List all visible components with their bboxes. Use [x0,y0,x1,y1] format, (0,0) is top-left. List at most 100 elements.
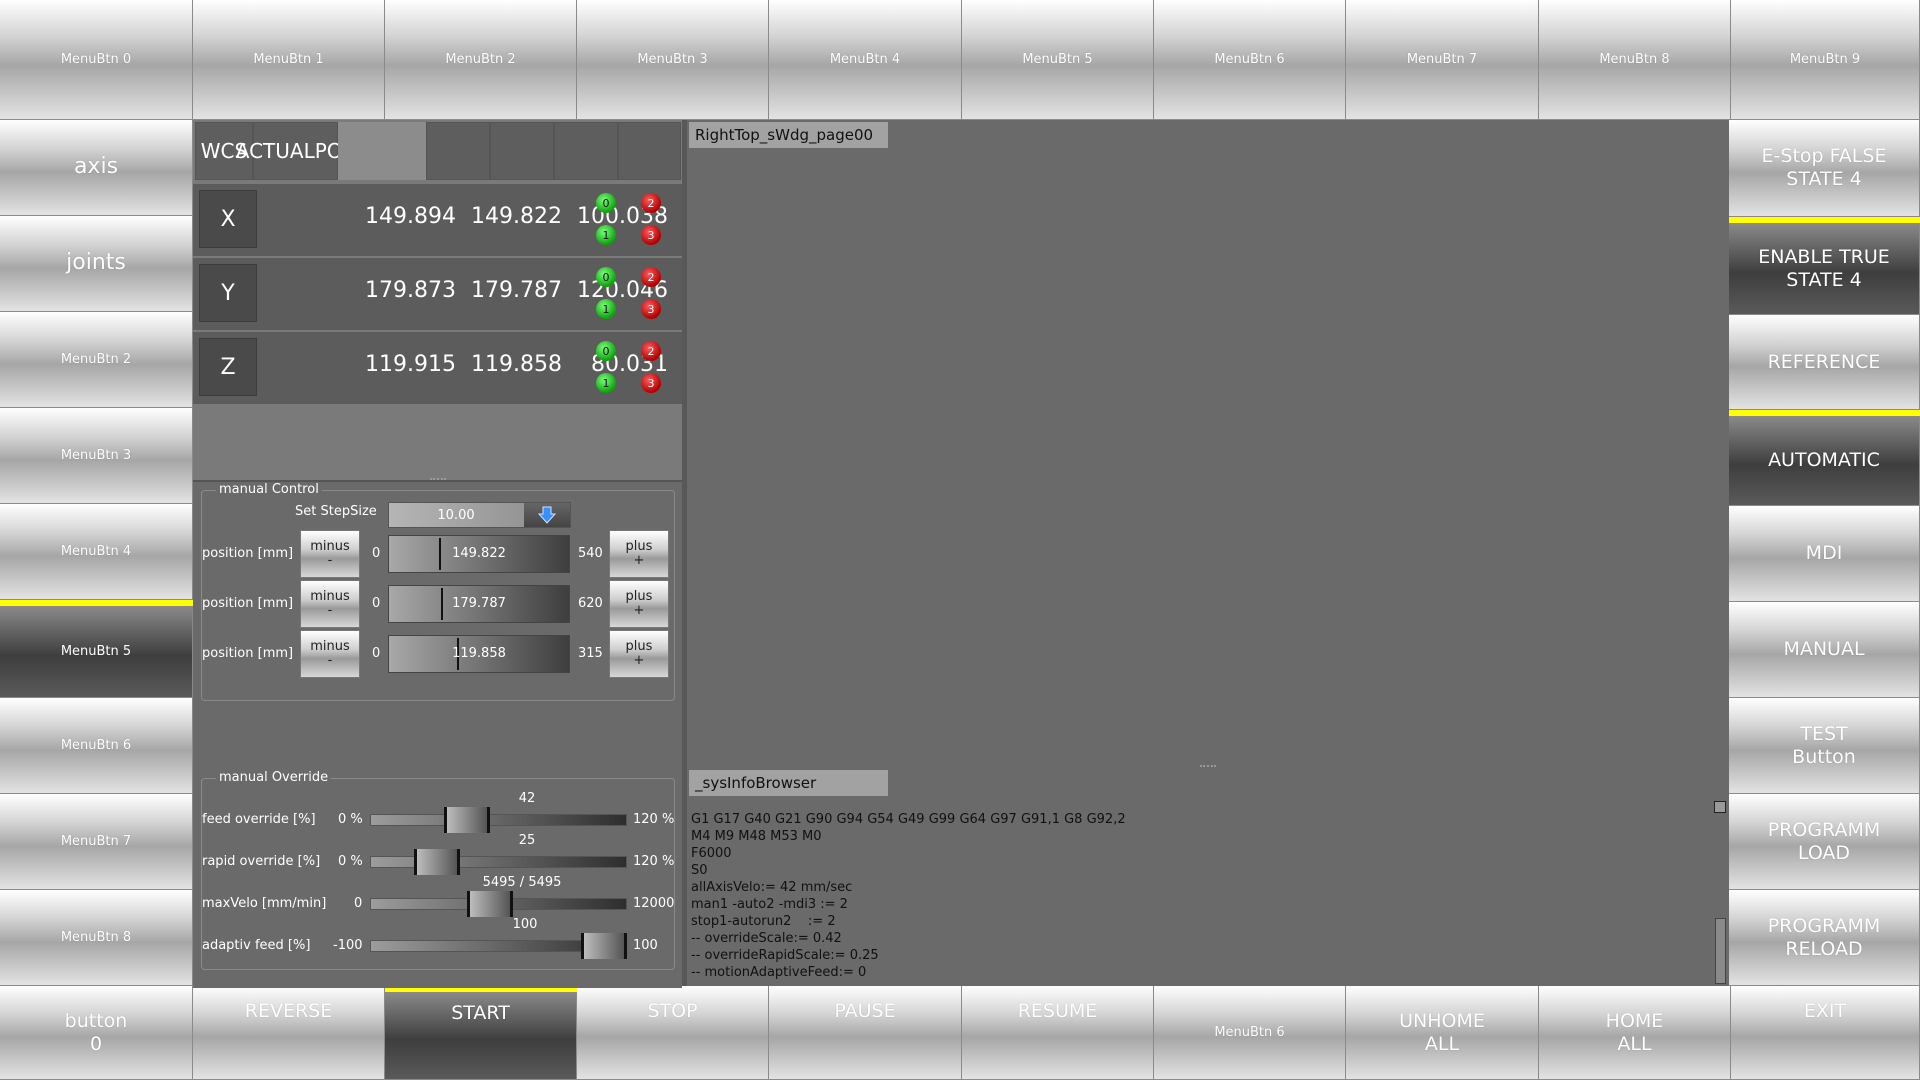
top-menu-button-3[interactable]: MenuBtn 3 [577,0,769,120]
dro-header-cell-4[interactable] [618,122,681,180]
feed-override-slider[interactable] [370,814,627,826]
position-slider[interactable]: 119.858 [388,635,570,673]
top-menu-button-7[interactable]: MenuBtn 7 [1346,0,1539,120]
top-menu-button-0[interactable]: MenuBtn 0 [0,0,193,120]
log-line: -- overrideScale:= 0.42 [691,931,842,946]
rapid-override-max: 120 % [633,854,675,869]
left-menu-label: MenuBtn 8 [60,929,132,945]
position-slider[interactable]: 149.822 [388,535,570,573]
button-0[interactable]: button 0 [0,986,193,1080]
enable-button[interactable]: ENABLE TRUE STATE 4 [1729,223,1920,315]
left-menu-axis[interactable]: axis [0,120,193,216]
feed-override-handle[interactable] [444,807,490,833]
dro-header-cell-3[interactable] [554,122,618,180]
axis-z-button[interactable]: Z [199,338,257,396]
led-label: 1 [602,376,610,390]
top-menu-button-9[interactable]: MenuBtn 9 [1731,0,1920,120]
axis-name: Y [221,280,235,306]
top-menu-label: MenuBtn 6 [1214,51,1285,67]
left-menu-button-7[interactable]: MenuBtn 7 [0,794,193,890]
program-load-label-2: LOAD [1797,841,1851,864]
exit-button[interactable]: EXIT [1731,986,1920,1080]
max-velo-handle[interactable] [467,891,513,917]
top-menu-button-4[interactable]: MenuBtn 4 [769,0,962,120]
rapid-override-slider[interactable] [370,856,627,868]
led-label: 0 [602,270,610,284]
automatic-button[interactable]: AUTOMATIC [1729,416,1920,506]
top-menu-button-2[interactable]: MenuBtn 2 [385,0,577,120]
test-button[interactable]: TEST Button [1729,698,1920,794]
dro-header-cell-2[interactable] [490,122,554,180]
scrollbar-toggle-icon[interactable] [1714,801,1726,813]
led-2: 2 [641,193,661,213]
left-menu-button-2[interactable]: MenuBtn 2 [0,312,193,408]
home-label-2: ALL [1617,1032,1652,1055]
position-min: 0 [372,546,381,561]
home-all-button[interactable]: HOME ALL [1539,986,1731,1080]
manual-button[interactable]: MANUAL [1729,602,1920,698]
top-menu-button-1[interactable]: MenuBtn 1 [193,0,385,120]
bottom-menu-button-6[interactable]: MenuBtn 6 [1154,986,1346,1080]
led-1: 1 [596,225,616,245]
dro-z-value-2: 119.858 [471,352,562,377]
minus-button[interactable]: minus - [300,580,360,628]
minus-button[interactable]: minus - [300,530,360,578]
max-velo-min: 0 [354,896,363,911]
minus-button[interactable]: minus - [300,630,360,678]
top-menu-button-8[interactable]: MenuBtn 8 [1539,0,1731,120]
axis-x-button[interactable]: X [199,190,257,248]
dro-header-actual-pos[interactable]: ACTUALPOS [236,122,355,180]
top-menu-label: MenuBtn 7 [1406,51,1478,67]
left-menu-joints[interactable]: joints [0,216,193,312]
top-menu-button-6[interactable]: MenuBtn 6 [1154,0,1346,120]
left-menu-button-4[interactable]: MenuBtn 4 [0,504,193,600]
left-menu-button-5[interactable]: MenuBtn 5 [0,606,193,698]
log-line: G1 G17 G40 G21 G90 G94 G54 G49 G99 G64 G… [691,812,1126,827]
adaptive-feed-handle[interactable] [581,933,627,959]
program-load-button[interactable]: PROGRAMM LOAD [1729,794,1920,890]
start-button[interactable]: START [385,992,577,1080]
top-menu-label: MenuBtn 1 [253,51,324,67]
mdi-button[interactable]: MDI [1729,506,1920,602]
left-menu-button-8[interactable]: MenuBtn 8 [0,890,193,986]
plus-button[interactable]: plus + [609,530,669,578]
program-reload-button[interactable]: PROGRAMM RELOAD [1729,890,1920,986]
pause-button[interactable]: PAUSE [769,986,962,1080]
reference-button[interactable]: REFERENCE [1729,315,1920,410]
enable-label: ENABLE TRUE [1758,245,1890,268]
reference-label: REFERENCE [1767,350,1881,373]
resume-button[interactable]: RESUME [962,986,1154,1080]
top-menu-button-5[interactable]: MenuBtn 5 [962,0,1154,120]
plus-sign: + [633,603,645,618]
position-slider[interactable]: 179.787 [388,585,570,623]
left-menu-label: MenuBtn 6 [60,737,132,753]
adaptive-feed-label: adaptiv feed [%] [202,938,311,953]
dro-header-cell-1[interactable] [426,122,490,180]
led-label: 2 [647,196,655,210]
manual-label: MANUAL [1783,638,1865,661]
led-1: 1 [596,373,616,393]
plus-button[interactable]: plus + [609,630,669,678]
actual-label: ACTUAL [235,139,315,163]
left-menu-button-6[interactable]: MenuBtn 6 [0,698,193,794]
estop-button[interactable]: E-Stop FALSE STATE 4 [1729,120,1920,217]
axis-y-button[interactable]: Y [199,264,257,322]
feed-override-max: 120 % [633,812,675,827]
reverse-button[interactable]: REVERSE [193,986,385,1080]
splitter-handle[interactable] [430,478,446,480]
manual-control-title: manual Control [216,482,322,497]
left-menu-button-3[interactable]: MenuBtn 3 [0,408,193,504]
scrollbar-thumb[interactable] [1715,918,1726,984]
sys-info-title: _sysInfoBrowser [689,770,888,796]
plus-button[interactable]: plus + [609,580,669,628]
stepsize-dropdown-button[interactable] [524,503,570,527]
unhome-all-button[interactable]: UNHOME ALL [1346,986,1539,1080]
led-label: 1 [602,228,610,242]
dro-header-empty [338,122,426,180]
rapid-override-handle[interactable] [414,849,460,875]
stop-button[interactable]: STOP [577,986,769,1080]
max-velo-value: 5495 / 5495 [482,875,562,890]
plus-sign: + [633,653,645,668]
position-max: 620 [578,596,603,611]
stepsize-combobox[interactable]: 10.00 [388,502,571,528]
